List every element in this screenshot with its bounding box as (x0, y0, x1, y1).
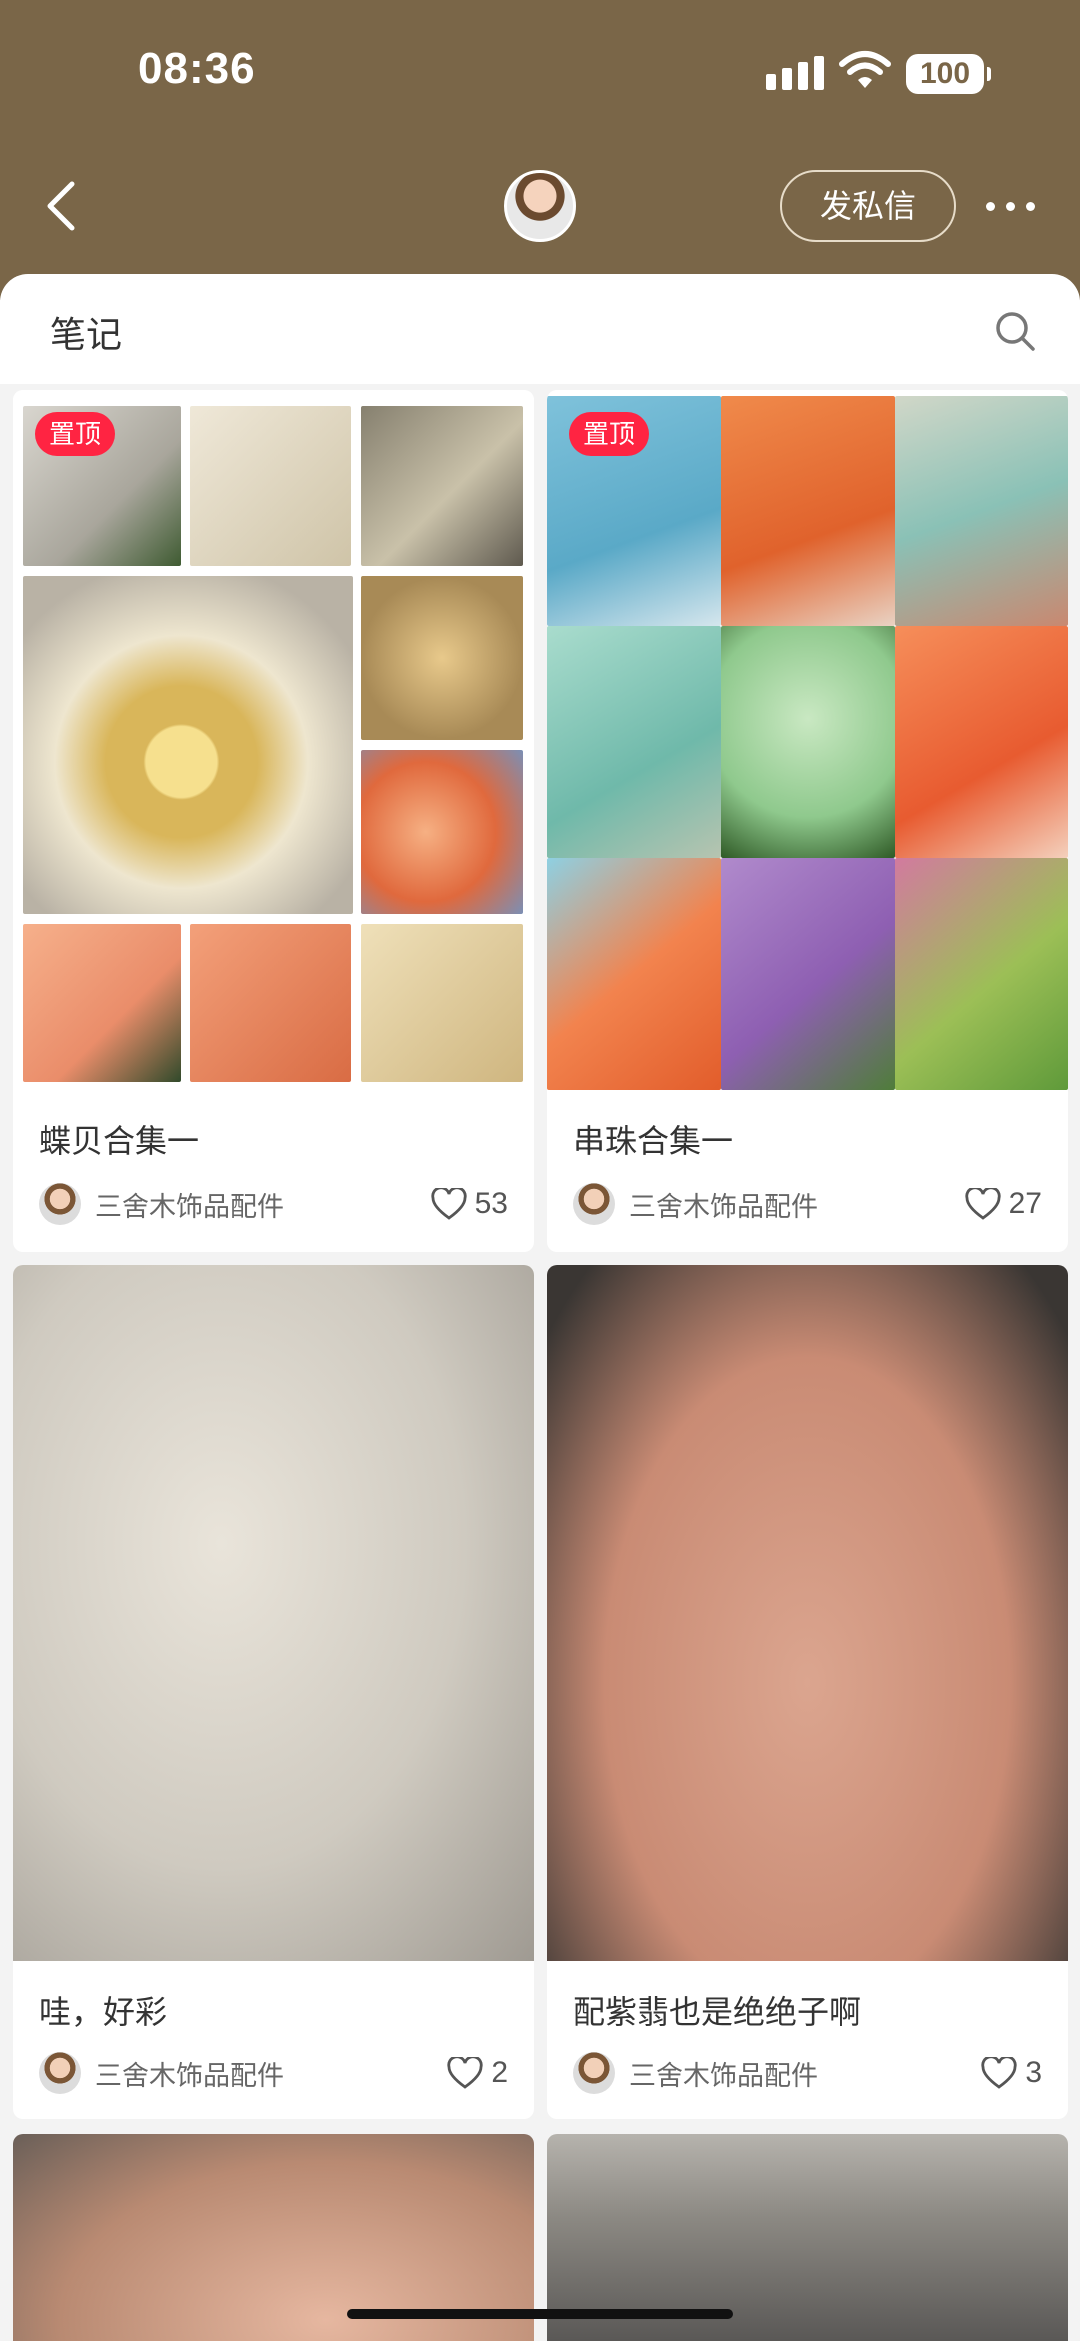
note-image (13, 1265, 534, 1961)
note-card[interactable]: 哇，好彩 三舍木饰品配件 2 (13, 1265, 534, 2119)
note-title: 哇，好彩 (39, 1994, 168, 2030)
note-author[interactable]: 三舍木饰品配件 (573, 2051, 818, 2095)
note-title: 串珠合集一 (573, 1123, 734, 1159)
like-count: 3 (1025, 2056, 1042, 2089)
profile-header: 08:36 100 发私信 (0, 0, 1080, 300)
status-time: 08:36 (138, 44, 256, 93)
back-icon[interactable] (42, 180, 82, 232)
note-author[interactable]: 三舍木饰品配件 (573, 1182, 818, 1226)
note-card[interactable]: 配紫翡也是绝绝子啊 三舍木饰品配件 3 (547, 1265, 1068, 2119)
note-author[interactable]: 三舍木饰品配件 (39, 1182, 284, 1226)
cellular-signal-icon (766, 56, 824, 90)
note-title: 蝶贝合集一 (39, 1123, 200, 1159)
notes-title: 笔记 (50, 314, 123, 355)
author-name: 三舍木饰品配件 (95, 1191, 284, 1222)
heart-icon (964, 1188, 1001, 1220)
author-avatar (573, 1183, 615, 1225)
like-button[interactable]: 27 (964, 1182, 1042, 1226)
like-count: 53 (474, 1187, 508, 1220)
like-button[interactable]: 2 (447, 2051, 508, 2095)
author-avatar (39, 2052, 81, 2094)
note-image: 置顶 (547, 390, 1068, 1090)
like-count: 2 (491, 2056, 508, 2089)
like-button[interactable]: 53 (430, 1182, 508, 1226)
pinned-badge: 置顶 (569, 412, 650, 456)
note-card[interactable]: 置顶 蝶贝合集一 三舍木饰品配件 53 (13, 390, 534, 1252)
send-message-button[interactable]: 发私信 (780, 170, 956, 242)
home-indicator[interactable] (347, 2309, 733, 2319)
note-title: 配紫翡也是绝绝子啊 (573, 1994, 862, 2030)
search-icon[interactable] (994, 310, 1036, 352)
like-count: 27 (1008, 1187, 1042, 1220)
more-icon[interactable] (980, 196, 1040, 216)
note-author[interactable]: 三舍木饰品配件 (39, 2051, 284, 2095)
author-name: 三舍木饰品配件 (95, 2060, 284, 2091)
like-button[interactable]: 3 (981, 2051, 1042, 2095)
author-avatar (39, 1183, 81, 1225)
pinned-badge: 置顶 (35, 412, 116, 456)
author-name: 三舍木饰品配件 (629, 1191, 818, 1222)
note-image (547, 1265, 1068, 1961)
notes-tab-bar: 笔记 (0, 274, 1080, 384)
avatar[interactable] (504, 170, 576, 242)
battery-indicator: 100 (906, 54, 991, 94)
wifi-icon (839, 51, 891, 88)
author-avatar (573, 2052, 615, 2094)
note-card[interactable]: 置顶 串珠合集一 三舍木饰品配件 27 (547, 390, 1068, 1252)
author-name: 三舍木饰品配件 (629, 2060, 818, 2091)
heart-icon (981, 2057, 1017, 2089)
heart-icon (447, 2057, 483, 2089)
heart-icon (430, 1188, 467, 1220)
note-image: 置顶 (13, 390, 534, 1090)
